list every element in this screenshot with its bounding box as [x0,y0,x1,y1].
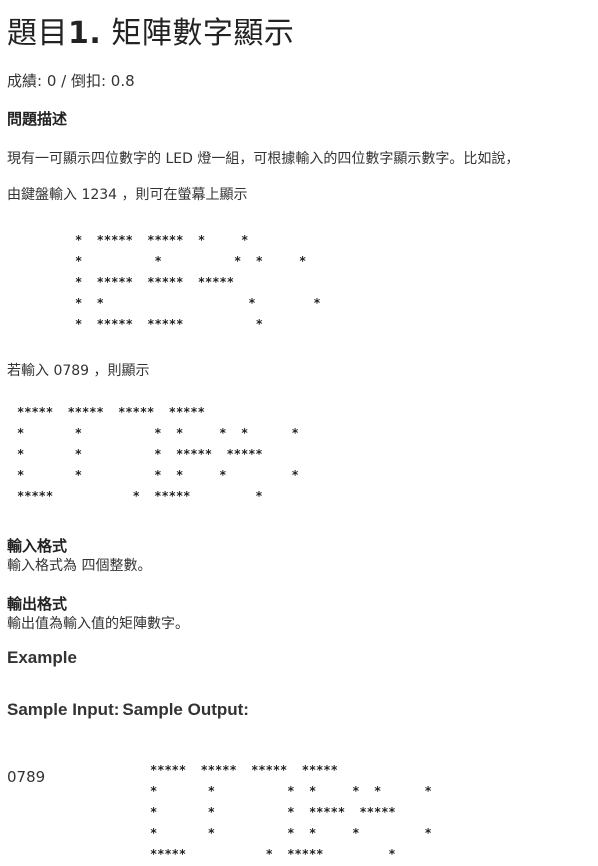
sample-output-pattern: ***** ***** ***** ***** * * * * * * * * … [150,763,432,861]
description-line-1: 現有一可顯示四位數字的 LED 燈一組，可根據輸入的四位數字顯示數字。比如說， [7,151,520,167]
problem-page: 題目1. 矩陣數字顯示 成績: 0 / 倒扣: 0.8 問題描述 現有一可顯示四… [0,0,598,866]
led-pattern-1234: * ***** ***** * * * * * * * * ***** ****… [75,233,321,331]
led-pattern-0789: ***** ***** ***** ***** * * * * * * * * … [17,405,299,503]
if-input-text: 若輸入 0789 ，則顯示 [7,363,150,379]
output-format-heading: 輸出格式 [7,595,68,613]
input-format-text: 輸入格式為 四個整數。 [7,558,152,574]
sample-output-header: Sample Output: [122,700,249,719]
example-heading: Example [7,648,77,667]
title-prefix: 題目 [7,16,68,51]
output-format-text: 輸出值為輸入值的矩陣數字。 [7,616,189,632]
sample-input-value: 0789 [7,768,46,786]
page-title: 題目1. 矩陣數字顯示 [7,8,294,52]
title-number: 1. [68,16,102,51]
input-format-heading: 輸入格式 [7,537,68,555]
sample-table: Sample Input: Sample Output: [7,700,252,720]
sample-table-header-row: Sample Input: Sample Output: [7,700,252,720]
sample-input-header: Sample Input: [7,700,120,719]
title-name: 矩陣數字顯示 [111,16,295,51]
description-heading: 問題描述 [7,110,68,128]
score-text: 成績: 0 / 倒扣: 0.8 [7,72,135,90]
description-line-2: 由鍵盤輸入 1234 ，則可在螢幕上顯示 [7,187,248,203]
